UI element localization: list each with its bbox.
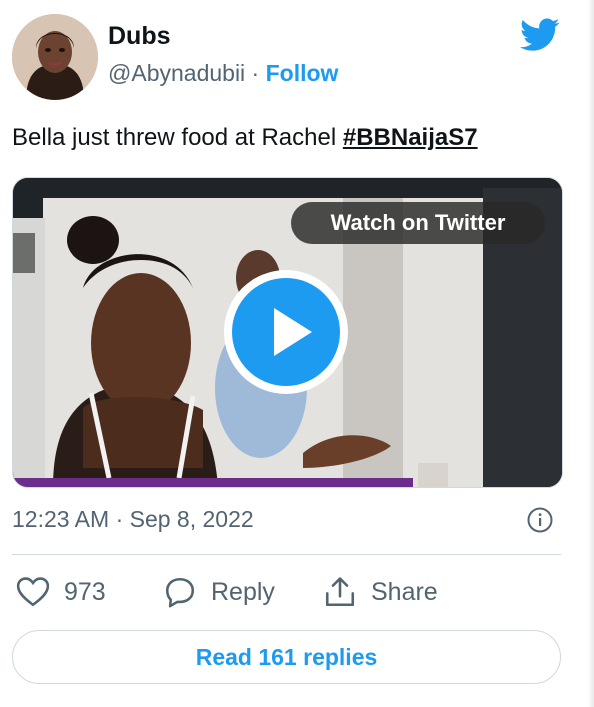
share-arrow-icon	[325, 577, 355, 607]
reply-label: Reply	[211, 577, 275, 606]
handle-separator: ·	[245, 60, 266, 86]
divider	[12, 554, 561, 555]
avatar-image	[12, 14, 98, 100]
screen-edge	[588, 0, 594, 707]
handle-row: @Abynadubii · Follow	[108, 60, 338, 87]
display-name[interactable]: Dubs	[108, 22, 171, 51]
user-handle[interactable]: @Abynadubii	[108, 60, 245, 86]
tweet-body: Bella just threw food at Rachel	[12, 124, 343, 151]
play-icon[interactable]	[222, 268, 350, 396]
tweet-text: Bella just threw food at Rachel #BBNaija…	[12, 124, 478, 152]
tweet-timestamp[interactable]: 12:23 AM · Sep 8, 2022	[12, 506, 254, 533]
hashtag-link[interactable]: #BBNaijaS7	[343, 124, 478, 151]
follow-button[interactable]: Follow	[266, 60, 339, 86]
share-button[interactable]: Share	[323, 572, 438, 612]
share-label: Share	[371, 577, 438, 606]
reply-button[interactable]: Reply	[163, 572, 275, 612]
tweet-card: Dubs @Abynadubii · Follow Bella just thr…	[0, 0, 594, 707]
like-button[interactable]: 973	[16, 572, 106, 612]
read-replies-button[interactable]: Read 161 replies	[12, 630, 561, 684]
watch-on-twitter-button[interactable]: Watch on Twitter	[291, 202, 545, 244]
like-count: 973	[64, 577, 106, 606]
avatar[interactable]	[12, 14, 98, 100]
info-icon[interactable]	[527, 507, 553, 533]
heart-icon	[16, 577, 50, 607]
twitter-bird-icon[interactable]	[520, 18, 560, 52]
speech-bubble-icon	[165, 577, 195, 608]
